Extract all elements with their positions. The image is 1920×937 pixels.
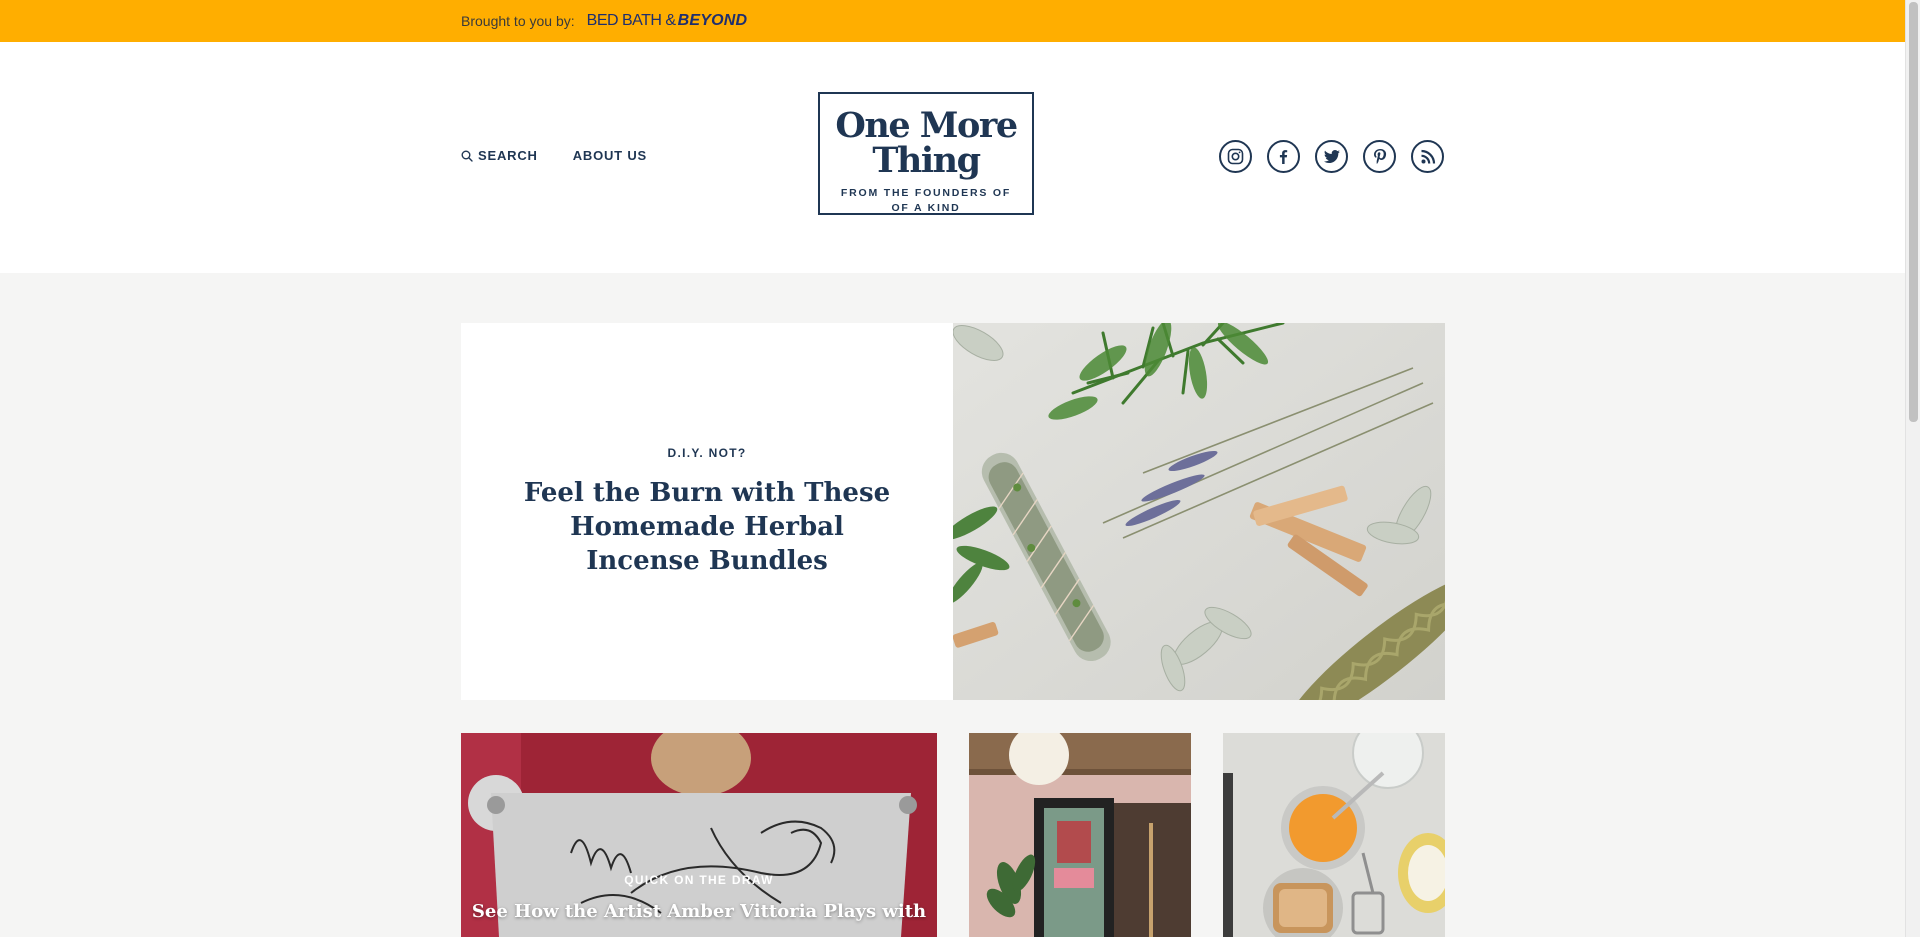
logo-title-line2: Thing <box>872 140 981 181</box>
logo-subtitle: FROM THE FOUNDERS OF OF A KIND <box>820 186 1032 216</box>
rss-icon[interactable] <box>1411 140 1444 173</box>
social-links <box>1219 140 1444 173</box>
sponsor-logo[interactable]: BED BATH & BEYOND <box>587 12 748 30</box>
logo-subtitle-line2: OF A KIND <box>891 202 961 214</box>
article-card-interior[interactable] <box>969 733 1191 937</box>
card-title[interactable]: See How the Artist Amber Vittoria Plays … <box>461 899 937 925</box>
about-us-link[interactable]: ABOUT US <box>573 148 647 163</box>
twitter-icon[interactable] <box>1315 140 1348 173</box>
pinterest-icon[interactable] <box>1363 140 1396 173</box>
feature-kicker[interactable]: D.I.Y. NOT? <box>668 446 747 460</box>
article-card-soup[interactable] <box>1223 733 1445 937</box>
interior-room-photo <box>969 733 1191 937</box>
article-card-amber-vittoria[interactable]: QUICK ON THE DRAW See How the Artist Amb… <box>461 733 937 937</box>
site-header: SEARCH ABOUT US One More Thing FROM THE … <box>0 42 1905 273</box>
soup-table-photo <box>1223 733 1445 937</box>
page-scrollbar[interactable] <box>1905 0 1920 937</box>
logo-title-line1: One More <box>835 105 1018 146</box>
instagram-icon[interactable] <box>1219 140 1252 173</box>
site-logo[interactable]: One More Thing FROM THE FOUNDERS OF OF A… <box>818 92 1034 215</box>
herbal-incense-photo <box>953 323 1445 700</box>
logo-subtitle-line1: FROM THE FOUNDERS OF <box>840 187 1012 199</box>
sponsor-label: Brought to you by: <box>461 13 575 29</box>
sponsor-logo-bold: BEYOND <box>677 12 748 29</box>
search-icon <box>461 150 473 162</box>
scrollbar-thumb[interactable] <box>1909 2 1918 422</box>
search-link[interactable]: SEARCH <box>461 148 538 163</box>
feature-title[interactable]: Feel the Burn with These Homemade Herbal… <box>521 476 893 578</box>
card-kicker[interactable]: QUICK ON THE DRAW <box>461 873 937 887</box>
card-overlay: QUICK ON THE DRAW See How the Artist Amb… <box>461 873 937 925</box>
sponsor-bar: Brought to you by: BED BATH & BEYOND <box>0 0 1905 42</box>
sponsor-logo-light: BED BATH & <box>586 12 676 29</box>
facebook-icon[interactable] <box>1267 140 1300 173</box>
feature-text-panel: D.I.Y. NOT? Feel the Burn with These Hom… <box>461 323 953 700</box>
logo-title: One More Thing <box>820 108 1032 178</box>
sponsor-content: Brought to you by: BED BATH & BEYOND <box>461 0 747 42</box>
search-label: SEARCH <box>478 148 538 163</box>
header-nav: SEARCH ABOUT US <box>461 148 647 163</box>
feature-image[interactable] <box>953 323 1445 700</box>
